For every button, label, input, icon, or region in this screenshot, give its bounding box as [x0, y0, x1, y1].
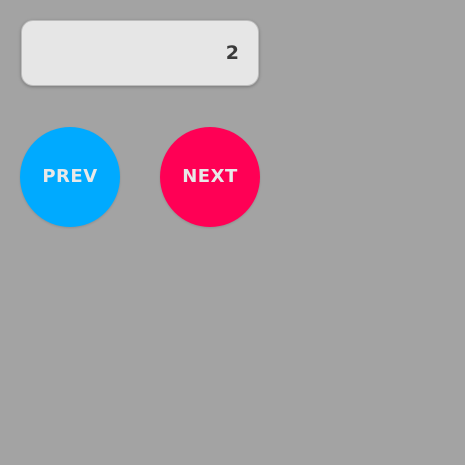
counter-display: 2 [21, 20, 259, 86]
prev-button[interactable]: PREV [20, 127, 120, 227]
prev-button-label: PREV [42, 166, 98, 187]
next-button-label: NEXT [182, 166, 238, 187]
next-button[interactable]: NEXT [160, 127, 260, 227]
counter-value: 2 [225, 41, 239, 64]
